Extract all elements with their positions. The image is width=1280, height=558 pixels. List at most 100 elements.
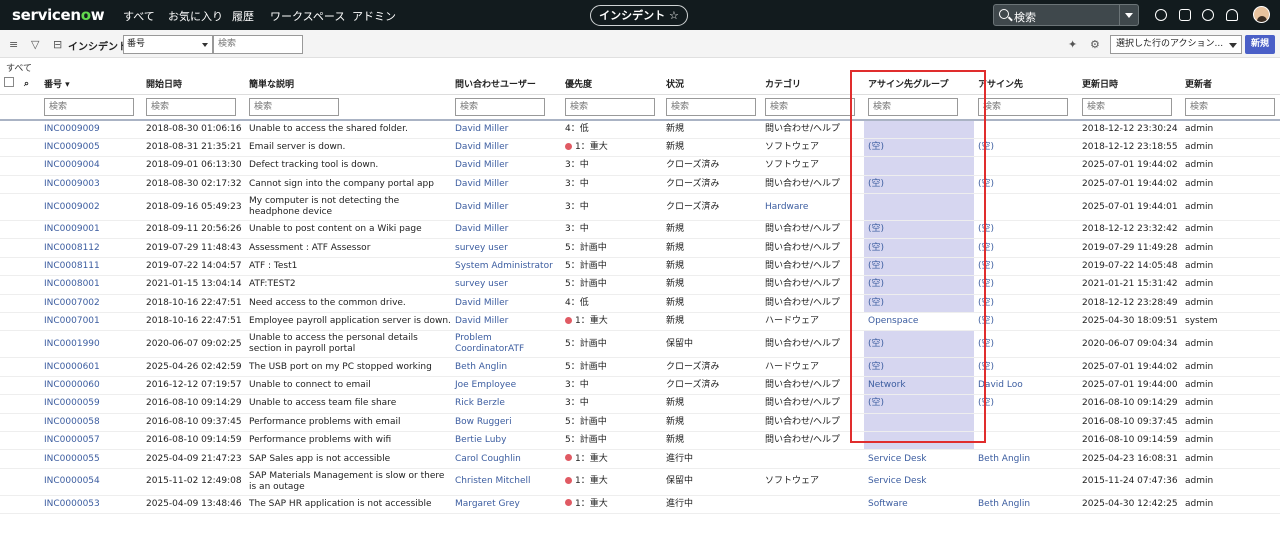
select-all-checkbox[interactable] xyxy=(0,74,20,95)
cell-assigned-to[interactable]: (空) xyxy=(974,312,1078,332)
cell-assigned-to[interactable]: (空) xyxy=(974,357,1078,377)
global-search[interactable]: 検索 xyxy=(993,4,1139,26)
table-row[interactable]: INC0009005 2018-08-31 21:35:21 Email serve… xyxy=(0,138,1280,158)
bell-icon[interactable] xyxy=(1226,9,1238,21)
cell-assignment-group[interactable]: (空) xyxy=(864,257,974,277)
new-button[interactable]: 新規 xyxy=(1245,35,1275,54)
column-filter-assigned-to[interactable]: 検索 xyxy=(978,97,1068,116)
filter-icon[interactable]: ▽ xyxy=(31,38,39,51)
cell-number[interactable]: INC0000058 xyxy=(40,413,142,432)
table-row[interactable]: INC0007002 2018-10-16 22:47:51 Need access… xyxy=(0,294,1280,314)
table-row[interactable]: INC0000057 2016-08-10 09:14:59 Performance… xyxy=(0,431,1280,451)
cell-assigned-to[interactable]: (空) xyxy=(974,238,1078,258)
cell-number[interactable]: INC0008112 xyxy=(40,238,142,258)
global-search-input[interactable]: 検索 xyxy=(1014,9,1036,25)
column-search-icon[interactable]: ⌕ xyxy=(20,74,40,95)
cell-assigned-to[interactable]: (空) xyxy=(974,294,1078,314)
cell-caller[interactable]: Beth Anglin xyxy=(451,357,561,377)
cell-assignment-group[interactable]: Software xyxy=(864,495,974,515)
cell-assignment-group[interactable]: (空) xyxy=(864,220,974,240)
cell-assignment-group[interactable]: Network xyxy=(864,376,974,396)
cell-assignment-group[interactable]: (空) xyxy=(864,330,974,359)
cell-assigned-to[interactable]: David Loo xyxy=(974,376,1078,396)
column-header-number[interactable]: 番号 ▾ xyxy=(40,74,142,95)
cell-caller[interactable]: David Miller xyxy=(451,156,561,176)
column-header-assigned-to[interactable]: アサイン先 xyxy=(974,74,1078,95)
column-filter-number[interactable]: 検索 xyxy=(44,97,134,116)
cell-number[interactable]: INC0001990 xyxy=(40,330,142,359)
column-header-opened[interactable]: 開始日時 xyxy=(142,74,245,95)
cell-caller[interactable]: David Miller xyxy=(451,193,561,222)
cell-caller[interactable]: Joe Employee xyxy=(451,376,561,396)
cell-number[interactable]: INC0000055 xyxy=(40,449,142,469)
table-row[interactable]: INC0000060 2016-12-12 07:19:57 Unable to c… xyxy=(0,376,1280,396)
cell-assignment-group[interactable]: (空) xyxy=(864,175,974,195)
table-row[interactable]: INC0008001 2021-01-15 13:04:14 ATF:TEST2 su… xyxy=(0,275,1280,295)
cell-assignment-group[interactable]: (空) xyxy=(864,294,974,314)
table-row[interactable]: INC0007001 2018-10-16 22:47:51 Employee pa… xyxy=(0,312,1280,332)
cell-number[interactable]: INC0000060 xyxy=(40,376,142,396)
column-filter-updated[interactable]: 検索 xyxy=(1082,97,1172,116)
column-header-priority[interactable]: 優先度 xyxy=(561,74,662,95)
nav-history[interactable]: 履歴 xyxy=(232,8,254,24)
servicenow-logo[interactable]: servicenow xyxy=(12,6,105,24)
cell-caller[interactable]: survey user xyxy=(451,275,561,295)
cell-number[interactable]: INC0009009 xyxy=(40,120,142,139)
hamburger-menu-icon[interactable]: ≡ xyxy=(9,38,18,51)
cell-caller[interactable]: Problem CoordinatorATF xyxy=(451,330,561,359)
cell-number[interactable]: INC0009001 xyxy=(40,220,142,240)
cell-assignment-group[interactable]: (空) xyxy=(864,394,974,414)
context-pill[interactable]: インシデント ☆ xyxy=(590,5,688,26)
table-row[interactable]: INC0009009 2018-08-30 01:06:16 Unable to a… xyxy=(0,120,1280,139)
cell-number[interactable]: INC0007001 xyxy=(40,312,142,332)
nav-workspaces[interactable]: ワークスペース xyxy=(270,8,345,24)
table-row[interactable]: INC0000059 2016-08-10 09:14:29 Unable to a… xyxy=(0,394,1280,414)
cell-assigned-to[interactable]: (空) xyxy=(974,138,1078,158)
table-row[interactable]: INC0009002 2018-09-16 05:49:23 My computer… xyxy=(0,193,1280,222)
cell-category[interactable]: Hardware xyxy=(761,193,864,222)
cell-assigned-to[interactable]: Beth Anglin xyxy=(974,495,1078,515)
column-header-state[interactable]: 状況 xyxy=(662,74,761,95)
table-row[interactable]: INC0000601 2025-04-26 02:42:59 The USB por… xyxy=(0,357,1280,377)
cell-number[interactable]: INC0009004 xyxy=(40,156,142,176)
column-filter-priority[interactable]: 検索 xyxy=(565,97,655,116)
cell-caller[interactable]: David Miller xyxy=(451,175,561,195)
cell-caller[interactable]: Carol Coughlin xyxy=(451,449,561,469)
cell-caller[interactable]: Margaret Grey xyxy=(451,495,561,515)
cell-caller[interactable]: David Miller xyxy=(451,220,561,240)
column-header-short-description[interactable]: 簡単な説明 xyxy=(245,74,451,95)
column-filter-assignment-group[interactable]: 検索 xyxy=(868,97,958,116)
cell-number[interactable]: INC0008001 xyxy=(40,275,142,295)
globe-icon[interactable] xyxy=(1155,9,1167,21)
search-scope-dropdown[interactable] xyxy=(1119,5,1138,25)
cell-assignment-group[interactable]: (空) xyxy=(864,357,974,377)
cell-number[interactable]: INC0000059 xyxy=(40,394,142,414)
column-header-assignment-group[interactable]: アサイン先グループ xyxy=(864,74,974,95)
cell-number[interactable]: INC0000053 xyxy=(40,495,142,515)
column-filter-caller[interactable]: 検索 xyxy=(455,97,545,116)
search-field-select[interactable]: 番号 xyxy=(123,35,213,54)
chat-icon[interactable] xyxy=(1179,9,1191,21)
cell-assigned-to[interactable]: (空) xyxy=(974,394,1078,414)
cell-number[interactable]: INC0009002 xyxy=(40,193,142,222)
cell-number[interactable]: INC0000601 xyxy=(40,357,142,377)
table-row[interactable]: INC0000054 2015-11-02 12:49:08 SAP Materia… xyxy=(0,468,1280,496)
nav-admin[interactable]: アドミン xyxy=(352,8,396,24)
cell-assignment-group[interactable]: (空) xyxy=(864,275,974,295)
user-avatar[interactable] xyxy=(1253,6,1270,23)
nav-favorites[interactable]: お気に入り xyxy=(168,8,223,24)
column-header-updated[interactable]: 更新日時 xyxy=(1078,74,1181,95)
row-actions-select[interactable]: 選択した行のアクション... xyxy=(1110,35,1242,54)
sparkle-icon[interactable]: ✦ xyxy=(1068,38,1077,51)
cell-caller[interactable]: David Miller xyxy=(451,120,561,139)
cell-number[interactable]: INC0009003 xyxy=(40,175,142,195)
cell-assignment-group[interactable]: Service Desk xyxy=(864,468,974,496)
table-row[interactable]: INC0000053 2025-04-09 13:48:46 The SAP HR … xyxy=(0,495,1280,515)
table-row[interactable]: INC0008111 2019-07-22 14:04:57 ATF : Test1… xyxy=(0,257,1280,277)
cell-number[interactable]: INC0000054 xyxy=(40,468,142,496)
table-row[interactable]: INC0009001 2018-09-11 20:56:26 Unable to p… xyxy=(0,220,1280,240)
cell-assigned-to[interactable]: (空) xyxy=(974,257,1078,277)
cell-number[interactable]: INC0000057 xyxy=(40,431,142,451)
table-row[interactable]: INC0000058 2016-08-10 09:37:45 Performance… xyxy=(0,413,1280,432)
cell-caller[interactable]: Bow Ruggeri xyxy=(451,413,561,432)
